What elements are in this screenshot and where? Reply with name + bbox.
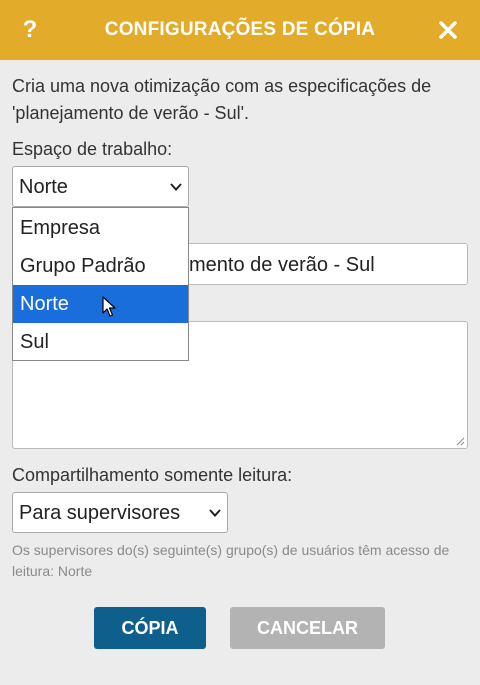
workspace-select[interactable]: Norte (12, 166, 189, 207)
close-icon[interactable] (434, 16, 462, 44)
chevron-down-icon (170, 183, 182, 191)
sharing-select[interactable]: Para supervisores (12, 492, 228, 533)
workspace-label: Espaço de trabalho: (12, 139, 173, 159)
copy-button[interactable]: CÓPIA (94, 607, 206, 649)
name-input-value: mento de verão - Sul (189, 254, 375, 276)
dropdown-option-norte[interactable]: Norte (13, 285, 188, 323)
workspace-dropdown-list: Empresa Grupo Padrão Norte Sul (12, 207, 189, 361)
sharing-select-value: Para supervisores (19, 502, 181, 524)
chevron-down-icon (209, 509, 221, 517)
help-icon[interactable]: ? (18, 14, 42, 46)
workspace-select-value: Norte (19, 176, 68, 198)
dialog-description: Cria uma nova otimização com as especifi… (12, 76, 432, 123)
dialog-header: CONFIGURAÇÕES DE CÓPIA ? (0, 0, 480, 60)
dropdown-option-grupo-padrao[interactable]: Grupo Padrão (13, 247, 188, 285)
sharing-note: Os supervisores do(s) seguinte(s) grupo(… (12, 542, 450, 579)
sharing-label: Compartilhamento somente leitura: (12, 465, 293, 485)
dropdown-option-empresa[interactable]: Empresa (13, 209, 188, 247)
resize-grip-icon[interactable] (455, 436, 465, 446)
dropdown-option-sul[interactable]: Sul (13, 323, 188, 361)
cancel-button[interactable]: CANCELAR (230, 607, 385, 649)
mouse-pointer-icon (102, 296, 116, 317)
dialog-title: CONFIGURAÇÕES DE CÓPIA (104, 19, 376, 40)
